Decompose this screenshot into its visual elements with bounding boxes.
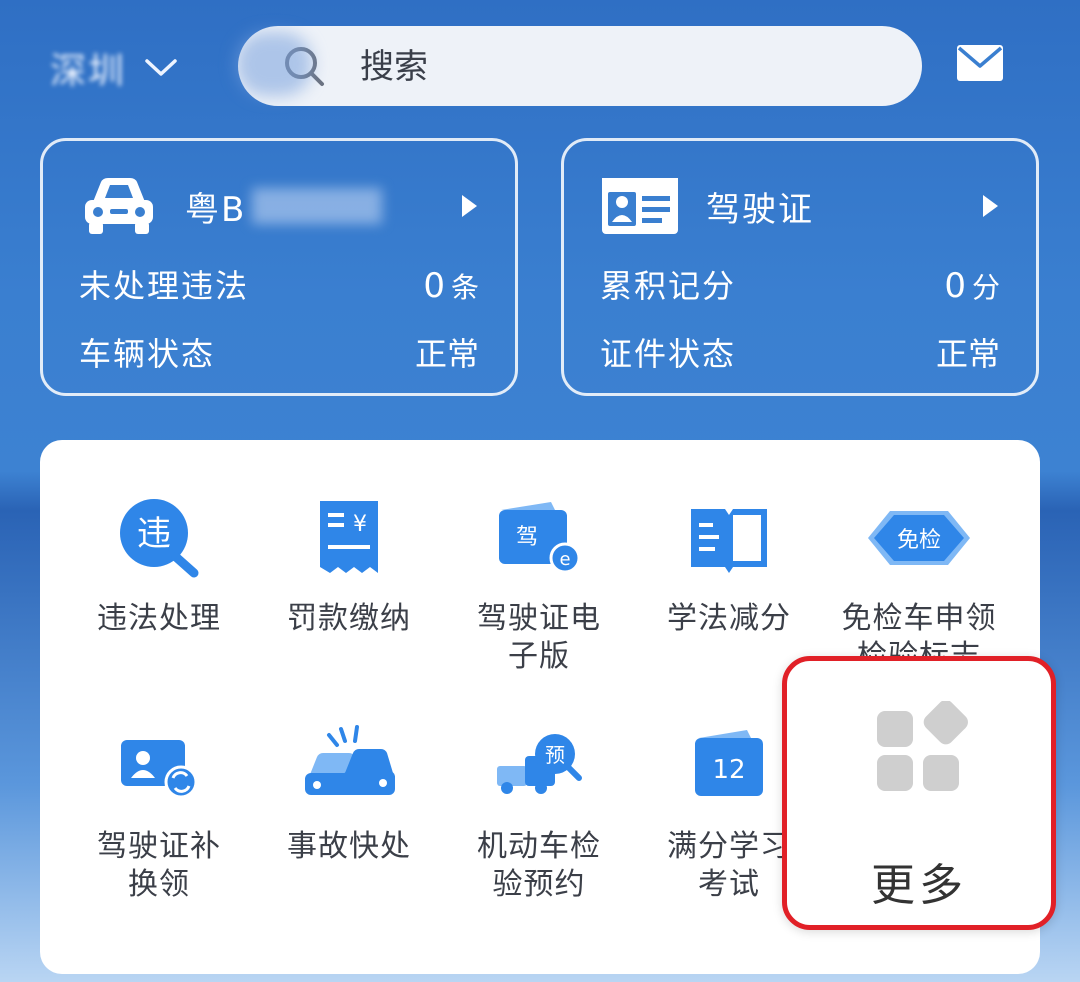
service-accident[interactable]: 事故快处 (254, 716, 444, 866)
svg-text:违: 违 (137, 514, 171, 554)
points-row: 累积记分 0分 (600, 266, 1000, 306)
more-button[interactable]: 更多 (782, 656, 1056, 930)
service-license-renew[interactable]: 驾驶证补 换领 (64, 716, 254, 904)
plate-blur-overlay (252, 188, 383, 224)
license-status-value: 正常 (935, 335, 1000, 373)
truck-booking-icon: 预 (497, 734, 582, 794)
search-input[interactable] (358, 36, 882, 98)
chevron-down-icon (145, 59, 177, 76)
violations-row: 未处理违法 0条 (79, 266, 479, 306)
plate-number: 粤B (185, 189, 247, 230)
car-crash-icon (305, 725, 395, 795)
vehicle-status-value: 正常 (414, 335, 479, 373)
vehicle-card[interactable]: 粤B 未处理违法 0条 车辆状态 正常 (40, 138, 518, 396)
id-card-icon (602, 178, 678, 234)
search-bar[interactable] (238, 26, 922, 106)
city-selector[interactable]: 深圳 (50, 40, 178, 96)
exempt-badge-icon: 免检 (868, 511, 970, 565)
blur-overlay (236, 32, 312, 96)
city-name: 深圳 (50, 51, 127, 92)
service-study-reduce[interactable]: 学法减分 (634, 488, 824, 638)
violations-count: 0 (423, 266, 445, 306)
service-elicense[interactable]: 驾 e 驾驶证电 子版 (444, 488, 634, 676)
points-value: 0 (944, 266, 966, 306)
receipt-icon: ¥ (320, 501, 378, 573)
car-icon (85, 178, 153, 234)
message-button[interactable] (956, 44, 1004, 86)
id-swap-icon (121, 740, 198, 799)
svg-text:12: 12 (712, 755, 745, 785)
svg-text:驾: 驾 (516, 525, 538, 550)
service-inspection-booking[interactable]: 预 机动车检 验预约 (444, 716, 634, 904)
mail-icon (957, 45, 1003, 81)
grid-apps-icon (877, 701, 968, 791)
elicense-icon: 驾 e (499, 502, 581, 574)
service-fine-payment[interactable]: ¥ 罚款缴纳 (254, 488, 444, 638)
svg-text:¥: ¥ (353, 512, 367, 537)
violation-search-icon: 违 (120, 499, 199, 578)
service-violation[interactable]: 违 违法处理 (64, 488, 254, 638)
vehicle-status-row: 车辆状态 正常 (79, 329, 479, 375)
license-title: 驾驶证 (706, 189, 814, 230)
license-card[interactable]: 驾驶证 累积记分 0分 证件状态 正常 (561, 138, 1039, 396)
svg-text:预: 预 (545, 743, 565, 767)
calendar-icon: 12 (695, 730, 763, 796)
svg-text:免检: 免检 (897, 528, 941, 553)
arrow-right-icon (462, 195, 477, 217)
arrow-right-icon (983, 195, 998, 217)
more-label: 更多 (871, 860, 967, 911)
license-status-row: 证件状态 正常 (600, 329, 1000, 375)
book-icon (691, 509, 767, 573)
svg-text:e: e (559, 549, 570, 570)
service-exempt-inspection[interactable]: 免检 免检车申领检验标志 (824, 488, 1014, 676)
